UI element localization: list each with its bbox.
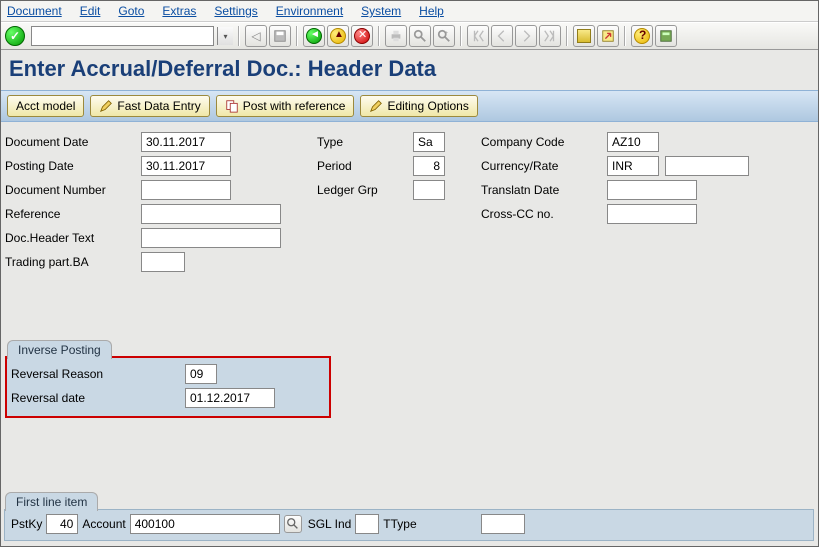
copy-icon	[225, 99, 239, 113]
trading-part-ba-field[interactable]	[141, 252, 185, 272]
ttype-label: TType	[383, 517, 416, 531]
account-label: Account	[82, 517, 125, 531]
editing-options-button[interactable]: Editing Options	[360, 95, 477, 117]
inverse-posting-title: Inverse Posting	[7, 340, 112, 359]
page-title: Enter Accrual/Deferral Doc.: Header Data	[1, 50, 818, 90]
header-form: Document Date Posting Date Document Numb…	[1, 122, 818, 276]
reference-label: Reference	[5, 207, 135, 221]
menu-environment[interactable]: Environment	[276, 4, 343, 18]
toolbar-separator	[460, 26, 462, 46]
help-icon[interactable]: ?	[631, 25, 653, 47]
toolbar-separator	[296, 26, 298, 46]
account-search-help-icon[interactable]	[284, 515, 302, 533]
menu-edit[interactable]: Edit	[80, 4, 101, 18]
company-code-field[interactable]	[607, 132, 659, 152]
first-line-item-title: First line item	[5, 492, 98, 511]
reversal-date-label: Reversal date	[11, 391, 179, 405]
document-date-label: Document Date	[5, 135, 135, 149]
editing-options-label: Editing Options	[387, 99, 468, 113]
exit-button[interactable]: ▲	[327, 25, 349, 47]
cross-cc-field[interactable]	[607, 204, 697, 224]
document-number-field[interactable]	[141, 180, 231, 200]
command-history-dropdown[interactable]: ▾	[217, 27, 233, 45]
menu-goto[interactable]: Goto	[118, 4, 144, 18]
back-icon[interactable]: ◁	[245, 25, 267, 47]
toolbar-separator	[566, 26, 568, 46]
prev-page-icon[interactable]	[491, 25, 513, 47]
menu-settings[interactable]: Settings	[214, 4, 257, 18]
enter-icon[interactable]: ✓	[5, 26, 25, 46]
doc-header-text-field[interactable]	[141, 228, 281, 248]
sgl-ind-label: SGL Ind	[308, 517, 352, 531]
period-label: Period	[317, 159, 407, 173]
currency-rate-label: Currency/Rate	[481, 159, 601, 173]
menu-extras[interactable]: Extras	[162, 4, 196, 18]
document-number-label: Document Number	[5, 183, 135, 197]
translatn-date-field[interactable]	[607, 180, 697, 200]
rate-field[interactable]	[665, 156, 749, 176]
first-line-item-group: First line item PstKy Account SGL Ind TT…	[4, 509, 814, 541]
toolbar-separator	[624, 26, 626, 46]
save-icon[interactable]	[269, 25, 291, 47]
menu-system[interactable]: System	[361, 4, 401, 18]
print-icon[interactable]	[385, 25, 407, 47]
type-label: Type	[317, 135, 407, 149]
ttype-field[interactable]	[481, 514, 525, 534]
type-field[interactable]	[413, 132, 445, 152]
cross-cc-label: Cross-CC no.	[481, 207, 601, 221]
ledger-grp-label: Ledger Grp	[317, 183, 407, 197]
menu-help[interactable]: Help	[419, 4, 444, 18]
menu-document[interactable]: Document	[7, 4, 62, 18]
posting-date-label: Posting Date	[5, 159, 135, 173]
translatn-date-label: Translatn Date	[481, 183, 601, 197]
account-field[interactable]	[130, 514, 280, 534]
pencil-icon	[369, 99, 383, 113]
generate-shortcut-icon[interactable]	[597, 25, 619, 47]
toolbar-separator	[378, 26, 380, 46]
trading-part-ba-label: Trading part.BA	[5, 255, 135, 269]
pencil-icon	[99, 99, 113, 113]
standard-toolbar: ✓ ▾ ◁ ◄ ▲ ✕ + ?	[1, 22, 818, 50]
find-next-icon[interactable]: +	[433, 25, 455, 47]
next-page-icon[interactable]	[515, 25, 537, 47]
pstky-field[interactable]	[46, 514, 78, 534]
last-page-icon[interactable]	[539, 25, 561, 47]
inverse-posting-group: Inverse Posting Reversal Reason Reversal…	[5, 356, 331, 418]
toolbar-separator	[238, 26, 240, 46]
reversal-date-field[interactable]	[185, 388, 275, 408]
fast-data-entry-label: Fast Data Entry	[117, 99, 200, 113]
currency-field[interactable]	[607, 156, 659, 176]
sgl-ind-field[interactable]	[355, 514, 379, 534]
posting-date-field[interactable]	[141, 156, 231, 176]
application-toolbar: Acct model Fast Data Entry Post with ref…	[1, 90, 818, 122]
create-session-icon[interactable]	[573, 25, 595, 47]
cancel-button[interactable]: ✕	[351, 25, 373, 47]
reversal-reason-field[interactable]	[185, 364, 217, 384]
menubar: Document Edit Goto Extras Settings Envir…	[1, 1, 818, 22]
period-field[interactable]	[413, 156, 445, 176]
pstky-label: PstKy	[11, 517, 42, 531]
find-icon[interactable]	[409, 25, 431, 47]
post-with-reference-button[interactable]: Post with reference	[216, 95, 355, 117]
command-field[interactable]	[31, 26, 214, 46]
back-button[interactable]: ◄	[303, 25, 325, 47]
first-page-icon[interactable]	[467, 25, 489, 47]
svg-text:+: +	[445, 30, 448, 36]
fast-data-entry-button[interactable]: Fast Data Entry	[90, 95, 209, 117]
company-code-label: Company Code	[481, 135, 601, 149]
acct-model-button[interactable]: Acct model	[7, 95, 84, 117]
document-date-field[interactable]	[141, 132, 231, 152]
doc-header-text-label: Doc.Header Text	[5, 231, 135, 245]
ledger-grp-field[interactable]	[413, 180, 445, 200]
acct-model-label: Acct model	[16, 99, 75, 113]
customize-layout-icon[interactable]	[655, 25, 677, 47]
reversal-reason-label: Reversal Reason	[11, 367, 179, 381]
reference-field[interactable]	[141, 204, 281, 224]
post-with-reference-label: Post with reference	[243, 99, 346, 113]
